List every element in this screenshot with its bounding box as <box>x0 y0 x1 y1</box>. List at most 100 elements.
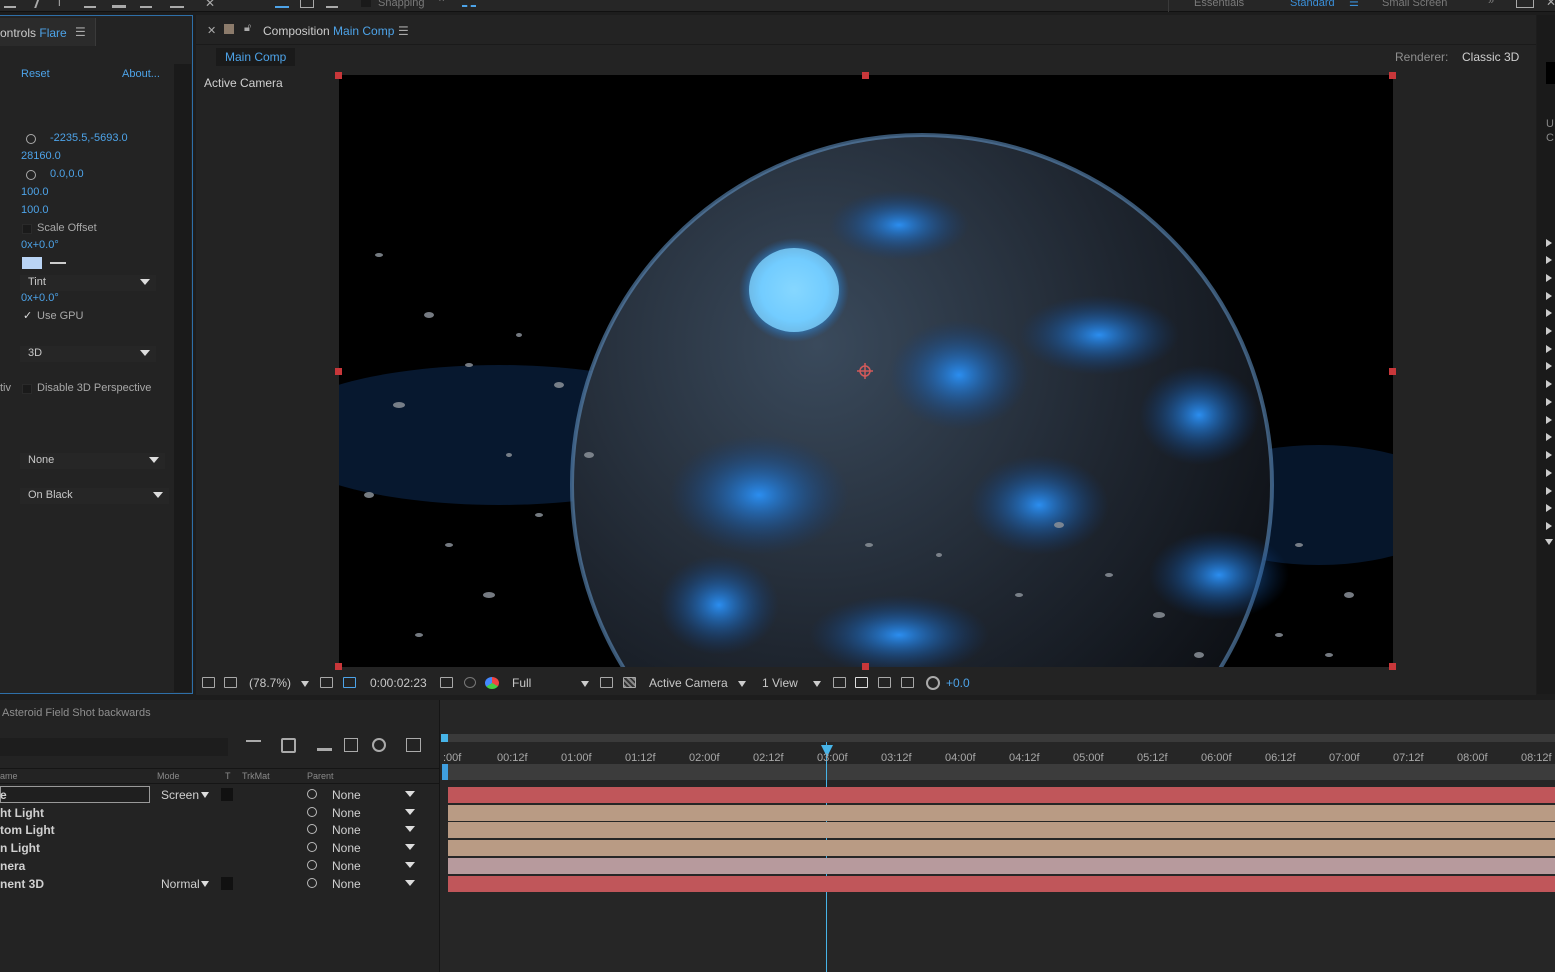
disclosure-triangle-icon[interactable] <box>1546 380 1552 388</box>
roto-tool-icon[interactable] <box>140 0 152 8</box>
disable-3d-checkbox[interactable] <box>22 384 32 394</box>
column-trkmat[interactable]: TrkMat <box>242 771 270 781</box>
disclosure-triangle-icon[interactable] <box>1546 504 1552 512</box>
axis-view-icon[interactable] <box>326 0 338 8</box>
disclosure-triangle-icon[interactable] <box>1546 309 1552 317</box>
layer-name[interactable]: n Light <box>0 841 40 855</box>
puppet-tool-icon[interactable] <box>170 0 184 8</box>
layer-duration-bar[interactable] <box>448 787 1555 803</box>
crosshair-icon[interactable] <box>26 170 36 180</box>
axis-local-icon[interactable] <box>275 0 289 8</box>
composition-viewer[interactable] <box>339 75 1393 667</box>
graph-editor-icon[interactable] <box>406 738 421 752</box>
eraser-tool-icon[interactable] <box>112 0 126 8</box>
layer-duration-bar[interactable] <box>448 805 1555 821</box>
value-28160[interactable]: 28160.0 <box>21 150 61 162</box>
disclosure-triangle-icon[interactable] <box>1546 433 1552 441</box>
trkmat-checkbox[interactable] <box>221 877 233 890</box>
disclosure-triangle-icon[interactable] <box>1546 327 1552 335</box>
pickwhip-icon[interactable] <box>307 878 317 888</box>
trkmat-checkbox[interactable] <box>221 788 233 801</box>
layer-duration-bar[interactable] <box>448 840 1555 856</box>
layer-handle[interactable] <box>335 72 342 79</box>
pickwhip-icon[interactable] <box>307 807 317 817</box>
fast-previews-icon[interactable] <box>855 677 868 688</box>
snap-features-icon[interactable] <box>462 0 476 7</box>
show-snapshot-icon[interactable] <box>464 677 476 688</box>
view-layout-dropdown[interactable]: 1 View <box>762 676 798 690</box>
column-parent[interactable]: Parent <box>307 771 334 781</box>
composition-tab[interactable]: Composition Main Comp <box>263 24 394 38</box>
crosshair-icon[interactable] <box>26 134 36 144</box>
comp-mini-flowchart-icon[interactable] <box>246 740 261 751</box>
time-ruler[interactable] <box>442 734 1555 764</box>
draft-3d-icon[interactable] <box>281 738 296 753</box>
layer-handle[interactable] <box>1389 368 1396 375</box>
panel-menu-icon[interactable]: ☰ <box>398 24 409 38</box>
layer-duration-bar[interactable] <box>448 858 1555 874</box>
workspace-menu-icon[interactable]: ☰ <box>1349 0 1359 9</box>
pin-tool-icon[interactable]: ✕ <box>205 0 215 10</box>
shy-layers-icon[interactable] <box>317 740 332 751</box>
layer-handle[interactable] <box>862 72 869 79</box>
search-help-icon[interactable] <box>1516 0 1534 8</box>
parent-dropdown[interactable]: None <box>332 877 361 891</box>
layer-name[interactable]: e <box>0 788 7 802</box>
lock-icon[interactable] <box>224 24 234 34</box>
brush-tool-icon[interactable] <box>26 0 40 8</box>
renderer-value[interactable]: Classic 3D <box>1462 50 1519 64</box>
on-black-dropdown[interactable]: On Black <box>20 488 169 504</box>
comp-breadcrumb[interactable]: Main Comp <box>216 48 296 66</box>
resolution-value[interactable]: Full <box>512 676 531 690</box>
flowchart-icon[interactable] <box>901 677 914 688</box>
clone-tool-icon[interactable] <box>84 0 96 8</box>
layer-name[interactable]: nent 3D <box>0 877 44 891</box>
resolution-dropdown-icon[interactable] <box>581 681 589 687</box>
none-dropdown[interactable]: None <box>20 453 165 469</box>
workspace-small-screen[interactable]: Small Screen <box>1382 0 1447 9</box>
position-value[interactable]: -2235.5,-5693.0 <box>50 132 128 144</box>
layer-mode-dropdown[interactable]: Normal <box>161 877 200 891</box>
disclosure-triangle-icon[interactable] <box>1546 362 1552 370</box>
disclosure-triangle-open-icon[interactable] <box>1545 539 1553 545</box>
column-name[interactable]: ame <box>0 771 18 781</box>
disclosure-triangle-icon[interactable] <box>1546 469 1552 477</box>
scale-offset-checkbox[interactable] <box>22 224 32 234</box>
axis-world-icon[interactable] <box>300 0 314 8</box>
layer-name[interactable]: nera <box>0 859 25 873</box>
color-channels-icon[interactable] <box>485 677 499 689</box>
panel-menu-icon[interactable]: ☰ <box>75 25 86 39</box>
monitor-icon[interactable] <box>224 677 237 688</box>
position2-value[interactable]: 0.0,0.0 <box>50 168 84 180</box>
tab-effect-controls[interactable]: ontrols Flare ☰ <box>0 18 96 46</box>
reset-exposure-icon[interactable] <box>926 676 940 690</box>
camera-snapshot-icon[interactable] <box>440 677 453 688</box>
exposure-value[interactable]: +0.0 <box>946 676 970 690</box>
pickwhip-icon[interactable] <box>307 824 317 834</box>
close-window-icon[interactable]: ✕ <box>1546 0 1555 9</box>
reset-link[interactable]: Reset <box>21 68 50 80</box>
current-time-indicator-top[interactable] <box>441 734 448 742</box>
workspace-essentials[interactable]: Essentials <box>1194 0 1244 9</box>
text-tool-icon[interactable]: T <box>56 0 63 9</box>
work-area-start[interactable] <box>442 764 448 780</box>
layer-duration-bar[interactable] <box>448 876 1555 892</box>
timeline-search-field[interactable] <box>0 738 228 756</box>
unlock-icon[interactable]: 🔓︎ <box>244 22 251 35</box>
always-preview-icon[interactable] <box>202 677 215 688</box>
eyedropper-icon[interactable] <box>50 262 66 264</box>
disclosure-triangle-icon[interactable] <box>1546 256 1552 264</box>
pickwhip-icon[interactable] <box>307 842 317 852</box>
current-timecode[interactable]: 0:00:02:23 <box>370 676 427 690</box>
effects-scrollbar[interactable] <box>174 64 191 692</box>
active-camera-dropdown[interactable]: Active Camera <box>649 676 728 690</box>
zoom-value[interactable]: (78.7%) <box>249 676 291 690</box>
close-tab-icon[interactable]: ✕ <box>207 24 216 37</box>
value-100-b[interactable]: 100.0 <box>21 204 49 216</box>
parent-dropdown[interactable]: None <box>332 859 361 873</box>
pickwhip-icon[interactable] <box>307 789 317 799</box>
layer-mode-dropdown[interactable]: Screen <box>161 788 199 802</box>
parent-dropdown[interactable]: None <box>332 806 361 820</box>
region-of-interest-icon[interactable] <box>600 677 613 688</box>
disclosure-triangle-icon[interactable] <box>1546 345 1552 353</box>
